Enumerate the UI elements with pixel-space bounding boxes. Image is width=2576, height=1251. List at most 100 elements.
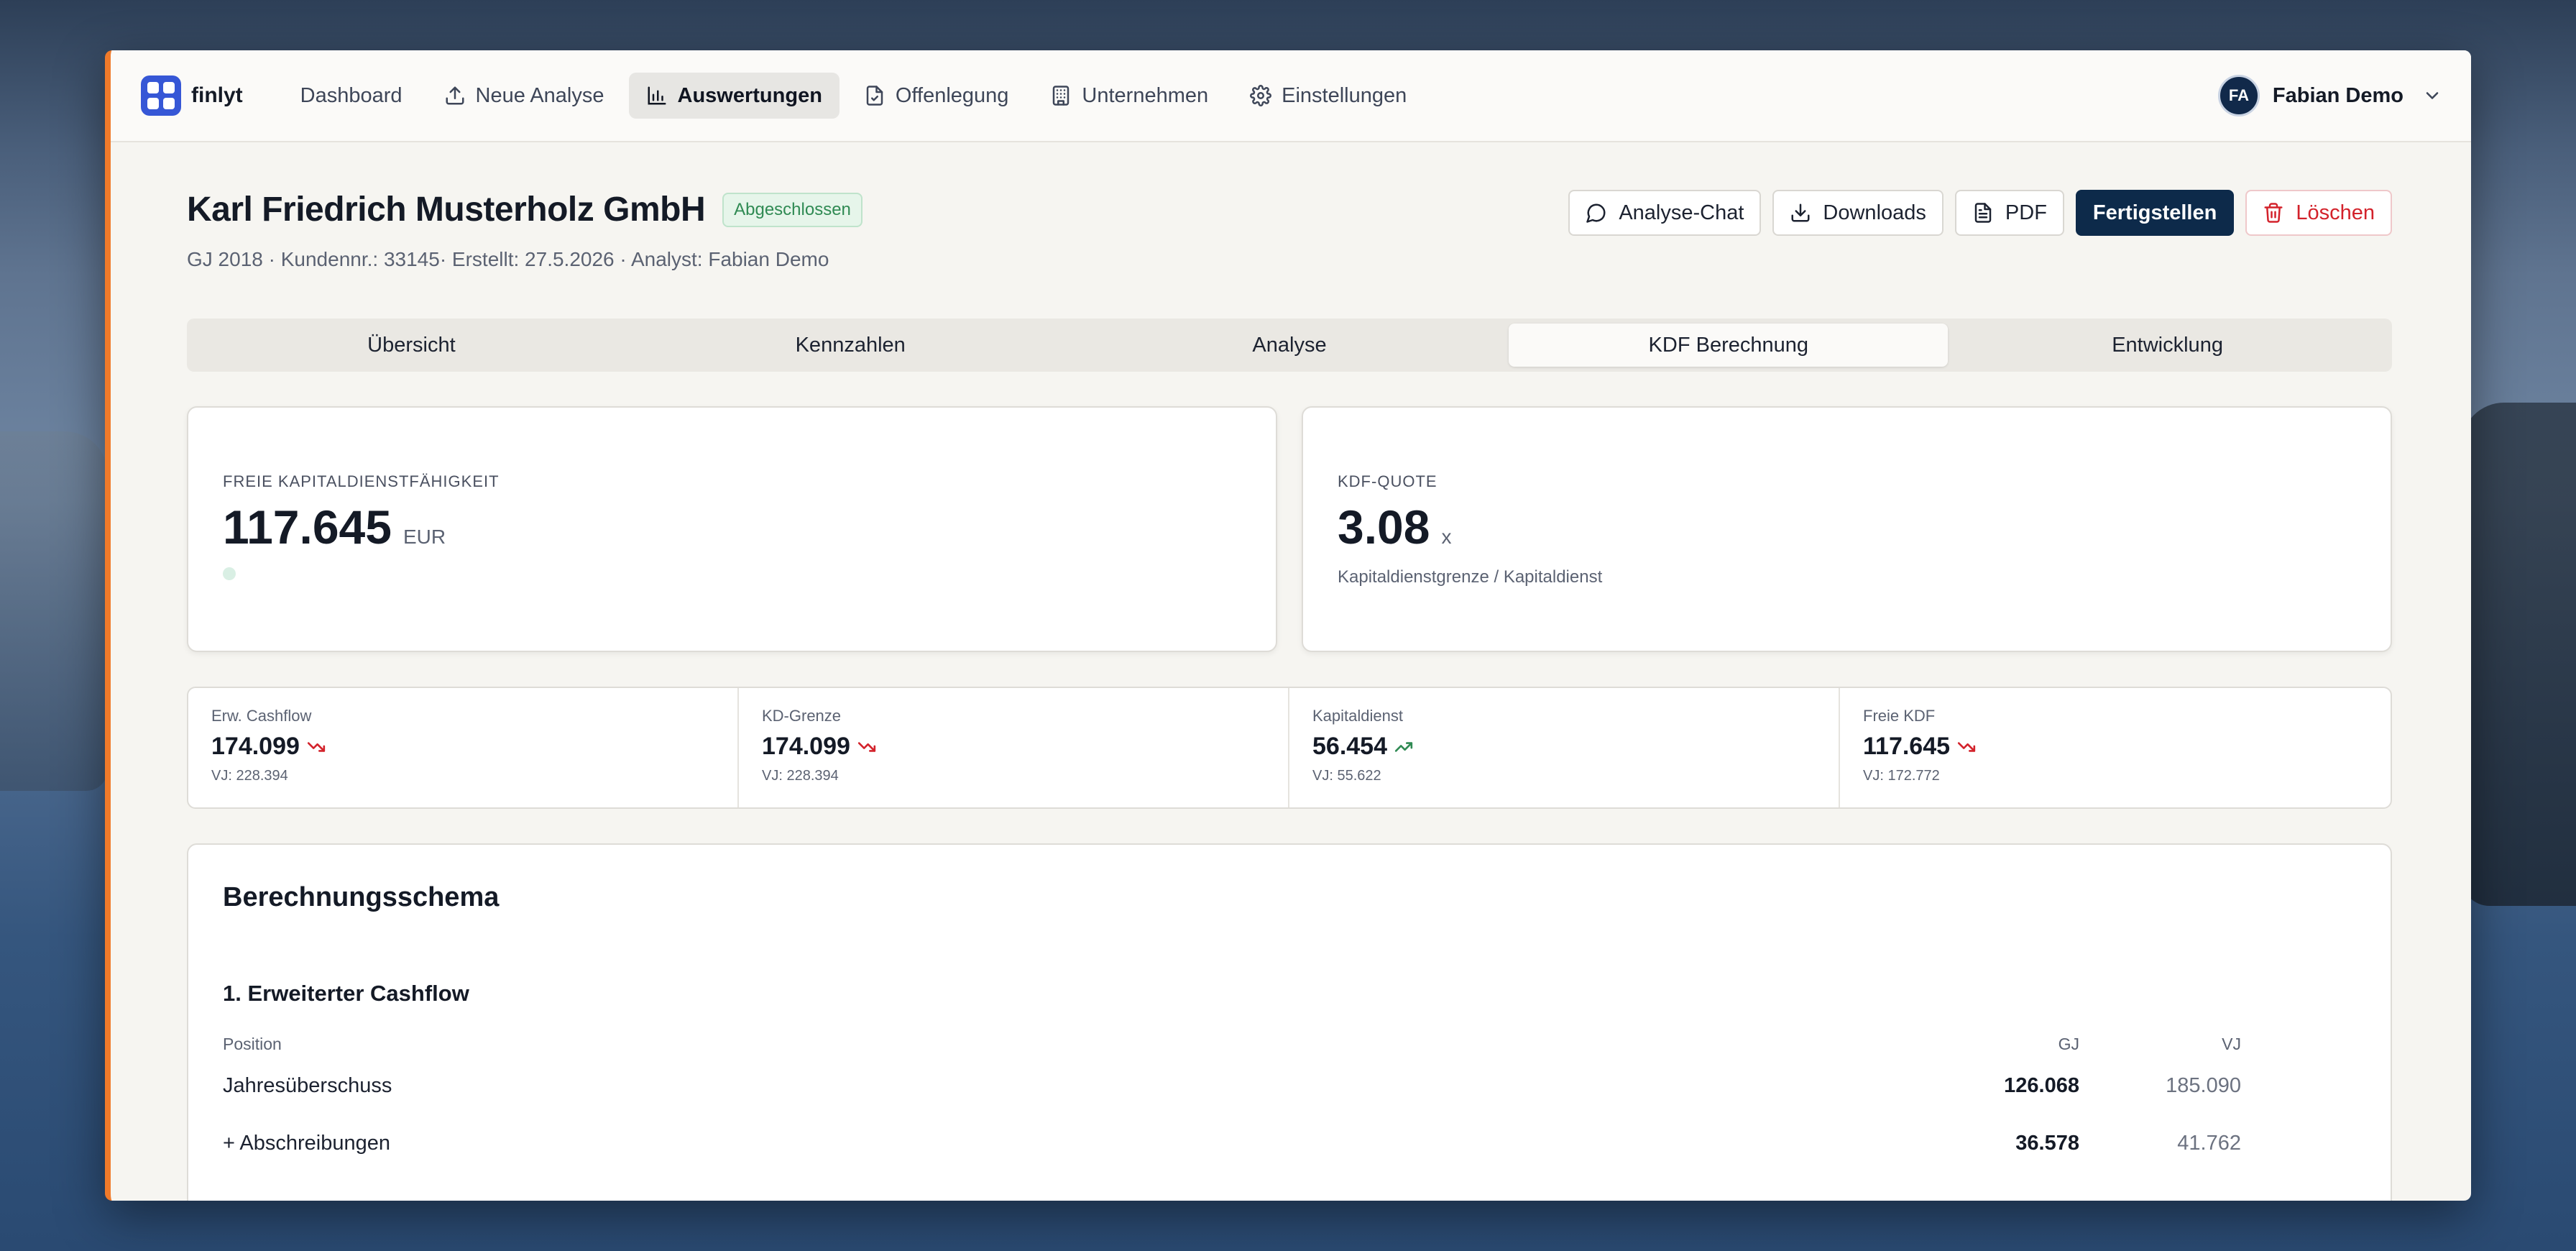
chevron-down-icon: [2426, 92, 2439, 99]
stat-label: KD-Grenze: [762, 707, 842, 725]
column-header-gj: GJ: [2058, 1034, 2079, 1053]
row-label: Jahresüberschuss: [223, 1073, 392, 1097]
stat-prev-year: VJ: 172.772: [1863, 768, 1940, 784]
stat-prev-year: VJ: 55.622: [1312, 768, 1381, 784]
bar-chart-icon: [648, 86, 666, 105]
nav-label: Neue Analyse: [475, 83, 604, 107]
user-menu[interactable]: FA Fabian Demo: [2217, 75, 2442, 116]
app-name: finlyt: [191, 83, 243, 107]
subsection-heading: 1. Erweiterter Cashflow: [223, 981, 469, 1006]
user-name: Fabian Demo: [2272, 83, 2404, 107]
tab-entwicklung[interactable]: Entwicklung: [1948, 324, 2387, 367]
button-label: PDF: [2005, 201, 2047, 224]
card-label: KDF-Quote: [1338, 472, 1438, 490]
stat-label: Freie KDF: [1863, 707, 1936, 725]
status-dot: [223, 567, 236, 580]
nav-label: Unternehmen: [1082, 83, 1209, 107]
cashflow-table: Position GJ VJ Jahresüberschuss 126.068 …: [223, 1031, 2356, 1172]
tab-analyse[interactable]: Analyse: [1070, 324, 1509, 367]
kpi-cards: Freie Kapitaldienstfähigkeit 117.645 EUR…: [187, 406, 2392, 652]
column-header-vj: VJ: [2222, 1034, 2241, 1053]
top-navigation-bar: finlyt Dashboard Neue Analyse Auswertung…: [111, 50, 2471, 142]
stats-row: Erw. Cashflow 174.099 VJ: 228.394 KD-Gre…: [187, 687, 2392, 809]
berechnungsschema-panel: Berechnungsschema 1. Erweiterter Cashflo…: [187, 843, 2392, 1201]
upload-icon: [446, 86, 464, 105]
quote-value: 3.08: [1338, 500, 1430, 554]
nav-item-unternehmen[interactable]: Unternehmen: [1033, 73, 1225, 119]
logo-icon: [141, 75, 181, 116]
trend-up-icon: [1394, 741, 1413, 752]
header-actions: Analyse-Chat Downloads PDF Fertigstellen…: [1568, 190, 2392, 236]
table-row: + Abschreibungen 36.578 41.762: [223, 1114, 2241, 1172]
nav-label: Einstellungen: [1282, 83, 1407, 107]
nav-item-neue-analyse[interactable]: Neue Analyse: [427, 73, 622, 119]
stat-value: 174.099: [762, 733, 850, 760]
button-label: Fertigstellen: [2092, 201, 2217, 224]
pdf-button[interactable]: PDF: [1954, 190, 2064, 236]
nav-item-dashboard[interactable]: Dashboard: [283, 73, 420, 119]
nav-item-einstellungen[interactable]: Einstellungen: [1233, 73, 1424, 119]
nav-label: Auswertungen: [677, 83, 822, 107]
stat-value: 56.454: [1312, 733, 1387, 760]
trend-down-icon: [1957, 741, 1976, 752]
avatar: FA: [2217, 75, 2260, 116]
status-badge: Abgeschlossen: [722, 192, 862, 227]
background-shore: [0, 431, 108, 791]
fertigstellen-button[interactable]: Fertigstellen: [2075, 190, 2235, 236]
stat-label: Kapitaldienst: [1312, 707, 1403, 725]
nav-label: Offenlegung: [895, 83, 1009, 107]
stat-value: 174.099: [211, 733, 300, 760]
row-vj-value: 41.762: [2177, 1131, 2241, 1155]
tab-bar: Übersicht Kennzahlen Analyse KDF Berechn…: [187, 319, 2392, 372]
nav-item-offenlegung[interactable]: Offenlegung: [847, 73, 1026, 119]
main-nav: Dashboard Neue Analyse Auswertungen Offe…: [283, 73, 1425, 119]
background-rocks: [2461, 403, 2576, 906]
stat-erw-cashflow: Erw. Cashflow 174.099 VJ: 228.394: [188, 688, 739, 807]
page-header: Karl Friedrich Musterholz GmbH Abgeschlo…: [187, 190, 2392, 271]
stat-prev-year: VJ: 228.394: [211, 768, 288, 784]
trend-down-icon: [307, 741, 326, 752]
main-content: Karl Friedrich Musterholz GmbH Abgeschlo…: [111, 190, 2471, 1201]
quote-note: Kapitaldienstgrenze / Kapitaldienst: [1338, 567, 1603, 587]
document-icon: [1974, 203, 1992, 223]
building-icon: [1053, 86, 1070, 106]
page-title: Karl Friedrich Musterholz GmbH: [187, 191, 706, 229]
trash-icon: [2264, 203, 2283, 223]
tab-uebersicht[interactable]: Übersicht: [192, 324, 631, 367]
button-label: Downloads: [1823, 201, 1926, 224]
downloads-button[interactable]: Downloads: [1772, 190, 1944, 236]
column-header-position: Position: [223, 1034, 282, 1053]
freie-kdf-card: Freie Kapitaldienstfähigkeit 117.645 EUR: [187, 406, 1277, 652]
stat-freie-kdf: Freie KDF 117.645 VJ: 172.772: [1840, 688, 2391, 807]
nav-item-auswertungen[interactable]: Auswertungen: [628, 73, 840, 119]
analysis-meta: GJ 2018 · Kundennr.: 33145· Erstellt: 27…: [187, 248, 829, 270]
stat-prev-year: VJ: 228.394: [762, 768, 839, 784]
delete-button[interactable]: Löschen: [2245, 190, 2392, 236]
stat-label: Erw. Cashflow: [211, 707, 312, 725]
quote-unit: x: [1441, 526, 1452, 548]
row-label: + Abschreibungen: [223, 1131, 390, 1155]
kdf-quote-card: KDF-Quote 3.08 x Kapitaldienstgrenze / K…: [1302, 406, 2392, 652]
button-label: Löschen: [2296, 201, 2375, 224]
table-header: Position GJ VJ: [223, 1031, 2241, 1057]
card-label: Freie Kapitaldienstfähigkeit: [223, 472, 500, 490]
section-heading: Berechnungsschema: [223, 882, 500, 912]
trend-down-icon: [857, 741, 876, 752]
document-check-icon: [866, 86, 883, 106]
kdf-unit: EUR: [402, 526, 446, 548]
stat-value: 117.645: [1863, 733, 1951, 760]
download-icon: [1791, 203, 1810, 222]
row-vj-value: 185.090: [2166, 1073, 2241, 1097]
app-window: finlyt Dashboard Neue Analyse Auswertung…: [105, 50, 2471, 1201]
analyse-chat-button[interactable]: Analyse-Chat: [1568, 190, 1762, 236]
gear-icon: [1250, 85, 1272, 106]
row-gj-value: 36.578: [2015, 1131, 2079, 1155]
row-gj-value: 126.068: [2004, 1073, 2079, 1097]
table-row: Jahresüberschuss 126.068 185.090: [223, 1057, 2241, 1114]
nav-label: Dashboard: [300, 83, 402, 107]
app-logo[interactable]: finlyt: [141, 75, 243, 116]
stat-kapitaldienst: Kapitaldienst 56.454 VJ: 55.622: [1289, 688, 1840, 807]
tab-kdf-berechnung[interactable]: KDF Berechnung: [1509, 324, 1949, 367]
kdf-value: 117.645: [223, 500, 392, 554]
tab-kennzahlen[interactable]: Kennzahlen: [631, 324, 1070, 367]
